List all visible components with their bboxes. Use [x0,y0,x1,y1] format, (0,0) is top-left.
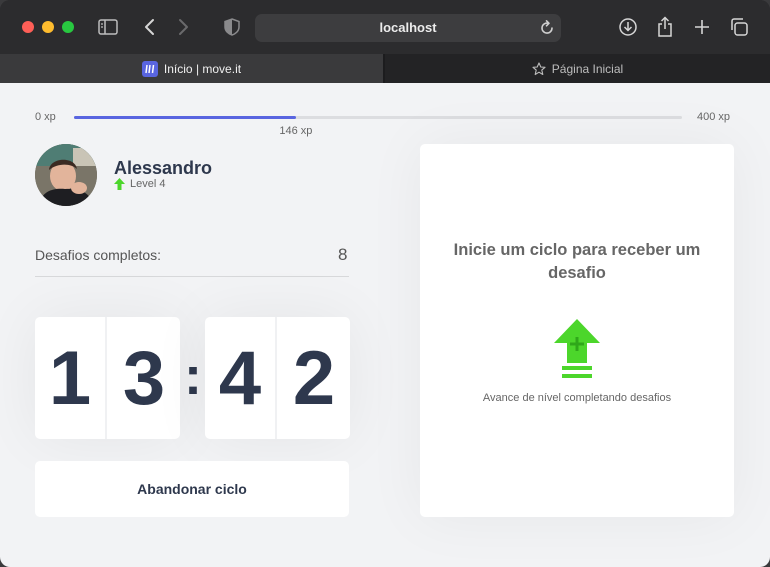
address-text: localhost [379,20,437,35]
challenge-box-title: Inicie um ciclo para receber um desafio [453,241,701,282]
avatar [35,144,97,206]
second-tens-digit: 4 [205,317,277,439]
browser-toolbar: localhost [0,0,770,54]
tab-label: Início | move.it [163,61,242,76]
experience-bar-fill [74,116,296,119]
page-content: 0 xp 146 xp 400 xp Alessandro Level 4 De… [0,83,770,567]
level-up-arrow-icon [114,178,125,190]
privacy-shield-icon[interactable] [220,15,244,39]
abandon-cycle-button[interactable]: Abandonar ciclo [35,461,349,517]
experience-bar [74,116,682,119]
second-ones-digit: 2 [292,335,336,421]
downloads-icon[interactable] [616,15,640,39]
countdown-seconds: 4 2 [205,317,350,439]
xp-max-label: 400 xp [697,111,731,123]
xp-current-label: 146 xp [279,125,313,137]
forward-icon[interactable] [172,15,196,39]
countdown-separator: : [184,346,202,406]
minute-tens-digit: 1 [35,317,107,439]
minimize-window-button[interactable] [42,21,54,33]
divider [35,276,349,277]
new-tab-icon[interactable] [690,15,714,39]
completed-challenges-count: 8 [338,245,348,264]
challenge-box: Inicie um ciclo para receber um desafio … [420,144,734,517]
tab-overview-icon[interactable] [727,15,751,39]
level-label: Level 4 [130,178,166,190]
address-bar[interactable]: localhost [255,14,561,42]
minute-ones-digit: 3 [122,335,166,421]
sidebar-toggle-icon[interactable] [96,15,120,39]
completed-challenges-label: Desafios completos: [35,247,162,263]
xp-min-label: 0 xp [35,111,56,123]
tab-inicio[interactable]: Início | move.it [0,54,383,83]
profile-name: Alessandro [114,158,213,178]
zoom-window-button[interactable] [62,21,74,33]
star-icon [532,61,546,76]
back-icon[interactable] [137,15,161,39]
challenge-box-hint: Avance de nível completando desafios [482,392,672,404]
moveit-logo-icon [141,60,158,77]
reload-icon[interactable] [539,19,555,42]
share-icon[interactable] [653,15,677,39]
level-up-icon [554,319,600,386]
tab-label: Página Inicial [551,61,624,76]
tab-pagina-inicial[interactable]: Página Inicial [385,54,770,83]
browser-window: localhost Início | move.it Página Inicia… [0,0,770,567]
tab-bar: Início | move.it Página Inicial [0,54,770,83]
countdown-minutes: 1 3 [35,317,180,439]
profile-level: Level 4 [114,178,165,190]
close-window-button[interactable] [22,21,34,33]
